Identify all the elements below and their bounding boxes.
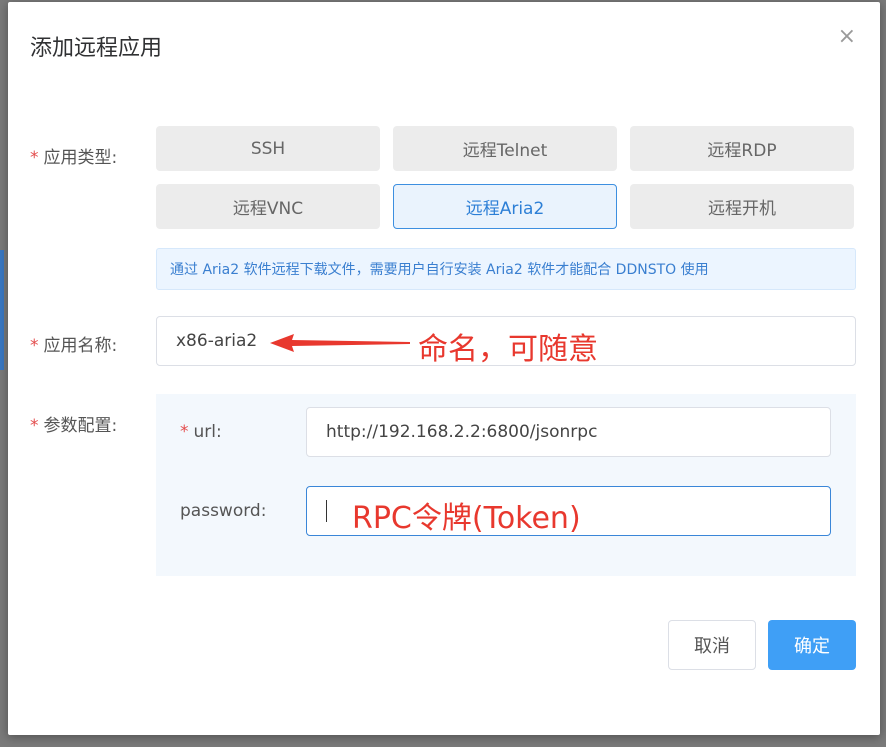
url-input[interactable]: http://192.168.2.2:6800/jsonrpc: [306, 407, 831, 457]
required-mark: *: [180, 422, 189, 442]
add-remote-app-dialog: 添加远程应用 × * 应用类型: SSH 远程Telnet 远程RDP 远程VNC…: [8, 2, 880, 735]
option-rdp[interactable]: 远程RDP: [630, 126, 854, 171]
password-label: password:: [180, 501, 267, 521]
close-icon[interactable]: ×: [838, 26, 856, 48]
option-wake-on-lan[interactable]: 远程开机: [630, 184, 854, 229]
option-telnet[interactable]: 远程Telnet: [393, 126, 617, 171]
token-annotation: RPC令牌(Token): [352, 501, 581, 536]
option-aria2[interactable]: 远程Aria2: [393, 184, 617, 229]
url-value: http://192.168.2.2:6800/jsonrpc: [326, 422, 598, 442]
option-vnc[interactable]: 远程VNC: [156, 184, 380, 229]
option-ssh[interactable]: SSH: [156, 126, 380, 171]
app-type-label: * 应用类型:: [30, 148, 118, 168]
info-tip: 通过 Aria2 软件远程下载文件，需要用户自行安装 Aria2 软件才能配合 …: [156, 248, 856, 290]
dialog-title: 添加远程应用: [30, 36, 163, 61]
name-annotation: 命名，可随意: [418, 332, 598, 367]
background-edge: [0, 250, 4, 370]
cancel-button[interactable]: 取消: [668, 620, 756, 670]
arrow-annotation: [270, 334, 410, 352]
app-name-value: x86-aria2: [176, 331, 258, 351]
required-mark: *: [30, 148, 39, 168]
text-caret: [326, 500, 327, 522]
required-mark: *: [30, 336, 39, 356]
params-label: * 参数配置:: [30, 416, 118, 436]
app-name-label: * 应用名称:: [30, 336, 118, 356]
confirm-button[interactable]: 确定: [768, 620, 856, 670]
required-mark: *: [30, 416, 39, 436]
url-label: * url:: [180, 422, 222, 442]
